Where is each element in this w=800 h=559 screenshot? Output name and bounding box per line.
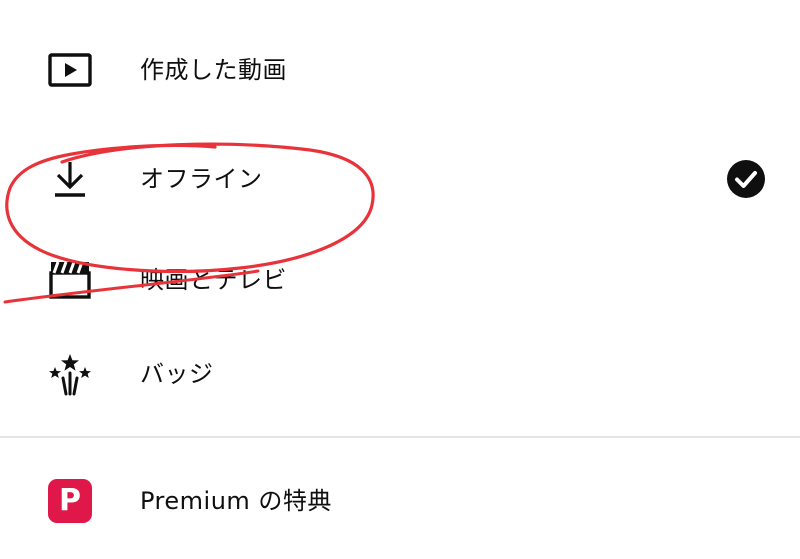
menu-item-label: バッジ bbox=[140, 360, 214, 388]
check-circle-icon bbox=[726, 159, 766, 199]
menu-item-label: Premium の特典 bbox=[140, 487, 332, 515]
video-play-icon bbox=[46, 46, 94, 94]
menu-item-badges[interactable]: バッジ bbox=[0, 334, 800, 414]
premium-badge-icon: P bbox=[48, 479, 92, 523]
menu-item-premium-benefits[interactable]: P Premium の特典 bbox=[0, 461, 800, 541]
divider bbox=[0, 436, 800, 438]
menu-item-movies-tv[interactable]: 映画とテレビ bbox=[0, 240, 800, 320]
fireworks-icon bbox=[46, 350, 94, 398]
download-icon bbox=[46, 155, 94, 203]
menu-item-your-videos[interactable]: 作成した動画 bbox=[0, 30, 800, 110]
menu-item-label: 作成した動画 bbox=[140, 56, 287, 84]
menu-item-label: 映画とテレビ bbox=[140, 266, 287, 294]
menu-item-offline[interactable]: オフライン bbox=[0, 139, 800, 219]
clapperboard-icon bbox=[46, 256, 94, 304]
menu-item-label: オフライン bbox=[140, 165, 263, 193]
